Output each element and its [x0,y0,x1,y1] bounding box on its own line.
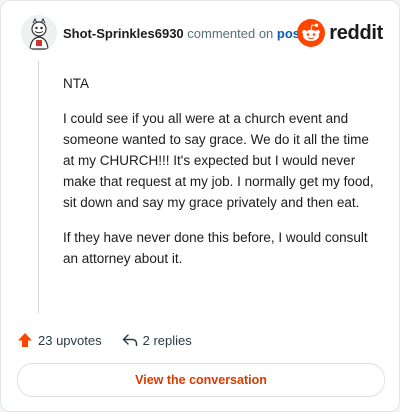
reply-icon [122,334,137,347]
comment-paragraph: I could see if you all were at a church … [63,111,374,210]
replies-button[interactable]: 2 replies [122,332,192,348]
username[interactable]: Shot-Sprinkles6930 [63,26,184,41]
comment-actions: 23 upvotes 2 replies [17,329,212,351]
reddit-wordmark: reddit [329,21,383,44]
comment-body: NTA I could see if you all were at a chu… [63,73,383,283]
comment-paragraph: If they have never done this before, I w… [63,230,368,266]
reddit-logo-icon [297,19,326,47]
avatar[interactable] [21,15,57,51]
comment-header: Shot-Sprinkles6930 commented on post red… [17,15,383,55]
reply-count: 2 replies [142,332,192,348]
thread-line [38,61,39,313]
upvote-button[interactable]: 23 upvotes [17,332,102,348]
reddit-logo[interactable]: reddit [297,18,383,48]
upvote-count: 23 upvotes [38,332,102,348]
avatar-image [21,15,57,51]
upvote-arrow-icon [18,333,32,347]
comment-paragraph: NTA [63,76,89,91]
byline: Shot-Sprinkles6930 commented on post [63,26,304,41]
view-conversation-button[interactable]: View the conversation [17,363,385,397]
action-text: commented on [187,26,274,41]
comment-card: Shot-Sprinkles6930 commented on post red… [0,0,400,412]
